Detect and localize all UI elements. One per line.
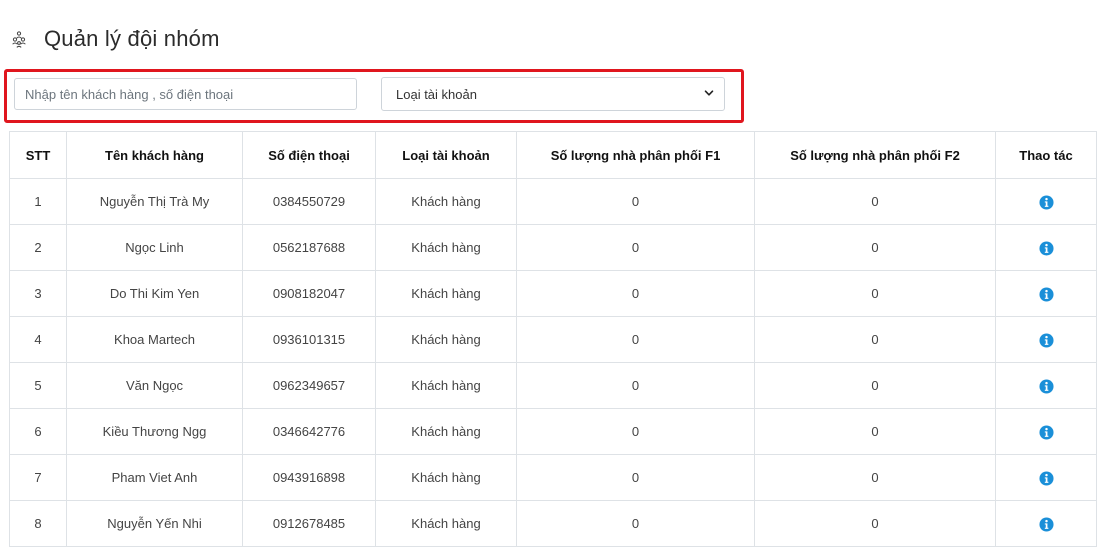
cell-f2: 0: [754, 362, 996, 409]
column-header-f1: Số lượng nhà phân phối F1: [516, 131, 755, 179]
table-row: 8 Nguyễn Yến Nhi 0912678485 Khách hàng 0 0: [9, 500, 1097, 547]
info-icon[interactable]: [1038, 425, 1054, 440]
cell-actions: [995, 316, 1097, 363]
table-row: 7 Pham Viet Anh 0943916898 Khách hàng 0 0: [9, 454, 1097, 501]
cell-actions: [995, 224, 1097, 271]
info-icon[interactable]: [1038, 471, 1054, 486]
table-header-row: STT Tên khách hàng Số điện thoại Loại tà…: [9, 131, 1097, 179]
cell-f1: 0: [516, 408, 755, 455]
page-header: Quản lý đội nhóm: [10, 24, 220, 54]
cell-stt: 5: [9, 362, 67, 409]
team-table: STT Tên khách hàng Số điện thoại Loại tà…: [9, 131, 1097, 547]
cell-f1: 0: [516, 270, 755, 317]
column-header-name: Tên khách hàng: [66, 131, 243, 179]
cell-f2: 0: [754, 224, 996, 271]
cell-phone: 0943916898: [242, 454, 376, 501]
info-icon[interactable]: [1038, 287, 1054, 302]
info-icon[interactable]: [1038, 195, 1054, 210]
cell-actions: [995, 270, 1097, 317]
cell-actions: [995, 500, 1097, 547]
cell-name: Kiều Thương Ngg: [66, 408, 243, 455]
cell-account-type: Khách hàng: [375, 454, 517, 501]
cell-f2: 0: [754, 178, 996, 225]
info-icon[interactable]: [1038, 517, 1054, 532]
column-header-f2: Số lượng nhà phân phối F2: [754, 131, 996, 179]
cell-account-type: Khách hàng: [375, 270, 517, 317]
cell-f1: 0: [516, 316, 755, 363]
table-row: 3 Do Thi Kim Yen 0908182047 Khách hàng 0 0: [9, 270, 1097, 317]
cell-actions: [995, 178, 1097, 225]
info-icon[interactable]: [1038, 333, 1054, 348]
cell-phone: 0562187688: [242, 224, 376, 271]
cell-f1: 0: [516, 500, 755, 547]
cell-phone: 0936101315: [242, 316, 376, 363]
cell-phone: 0908182047: [242, 270, 376, 317]
info-icon[interactable]: [1038, 379, 1054, 394]
cell-stt: 3: [9, 270, 67, 317]
account-type-select-value: Loại tài khoản: [396, 86, 477, 102]
cell-phone: 0962349657: [242, 362, 376, 409]
cell-account-type: Khách hàng: [375, 224, 517, 271]
cell-phone: 0346642776: [242, 408, 376, 455]
account-type-select[interactable]: Loại tài khoản: [381, 77, 725, 111]
cell-actions: [995, 454, 1097, 501]
cell-name: Pham Viet Anh: [66, 454, 243, 501]
cell-name: Văn Ngọc: [66, 362, 243, 409]
cell-phone: 0912678485: [242, 500, 376, 547]
table-row: 5 Văn Ngọc 0962349657 Khách hàng 0 0: [9, 362, 1097, 409]
column-header-actions: Thao tác: [995, 131, 1097, 179]
cell-account-type: Khách hàng: [375, 362, 517, 409]
cell-stt: 8: [9, 500, 67, 547]
column-header-phone: Số điện thoại: [242, 131, 376, 179]
search-input[interactable]: [14, 78, 357, 110]
cell-f1: 0: [516, 224, 755, 271]
page-title: Quản lý đội nhóm: [44, 26, 220, 51]
cell-f2: 0: [754, 270, 996, 317]
cell-f1: 0: [516, 178, 755, 225]
cell-name: Nguyễn Thị Trà My: [66, 178, 243, 225]
cell-account-type: Khách hàng: [375, 316, 517, 363]
cell-account-type: Khách hàng: [375, 408, 517, 455]
cell-name: Khoa Martech: [66, 316, 243, 363]
cell-stt: 6: [9, 408, 67, 455]
table-row: 2 Ngọc Linh 0562187688 Khách hàng 0 0: [9, 224, 1097, 271]
cell-f1: 0: [516, 454, 755, 501]
cell-name: Ngọc Linh: [66, 224, 243, 271]
table-row: 1 Nguyễn Thị Trà My 0384550729 Khách hàng 0 0: [9, 178, 1097, 225]
cell-f2: 0: [754, 454, 996, 501]
team-icon: [12, 31, 26, 48]
cell-f2: 0: [754, 500, 996, 547]
cell-stt: 7: [9, 454, 67, 501]
cell-stt: 2: [9, 224, 67, 271]
cell-stt: 1: [9, 178, 67, 225]
cell-f2: 0: [754, 316, 996, 363]
filter-bar: Loại tài khoản: [4, 69, 744, 123]
table-row: 6 Kiều Thương Ngg 0346642776 Khách hàng 0 0: [9, 408, 1097, 455]
cell-f2: 0: [754, 408, 996, 455]
cell-f1: 0: [516, 362, 755, 409]
cell-account-type: Khách hàng: [375, 178, 517, 225]
table-row: 4 Khoa Martech 0936101315 Khách hàng 0 0: [9, 316, 1097, 363]
column-header-stt: STT: [9, 131, 67, 179]
cell-account-type: Khách hàng: [375, 500, 517, 547]
column-header-account-type: Loại tài khoản: [375, 131, 517, 179]
info-icon[interactable]: [1038, 241, 1054, 256]
cell-actions: [995, 362, 1097, 409]
cell-name: Nguyễn Yến Nhi: [66, 500, 243, 547]
cell-name: Do Thi Kim Yen: [66, 270, 243, 317]
cell-actions: [995, 408, 1097, 455]
cell-phone: 0384550729: [242, 178, 376, 225]
cell-stt: 4: [9, 316, 67, 363]
chevron-down-icon: [704, 90, 714, 96]
